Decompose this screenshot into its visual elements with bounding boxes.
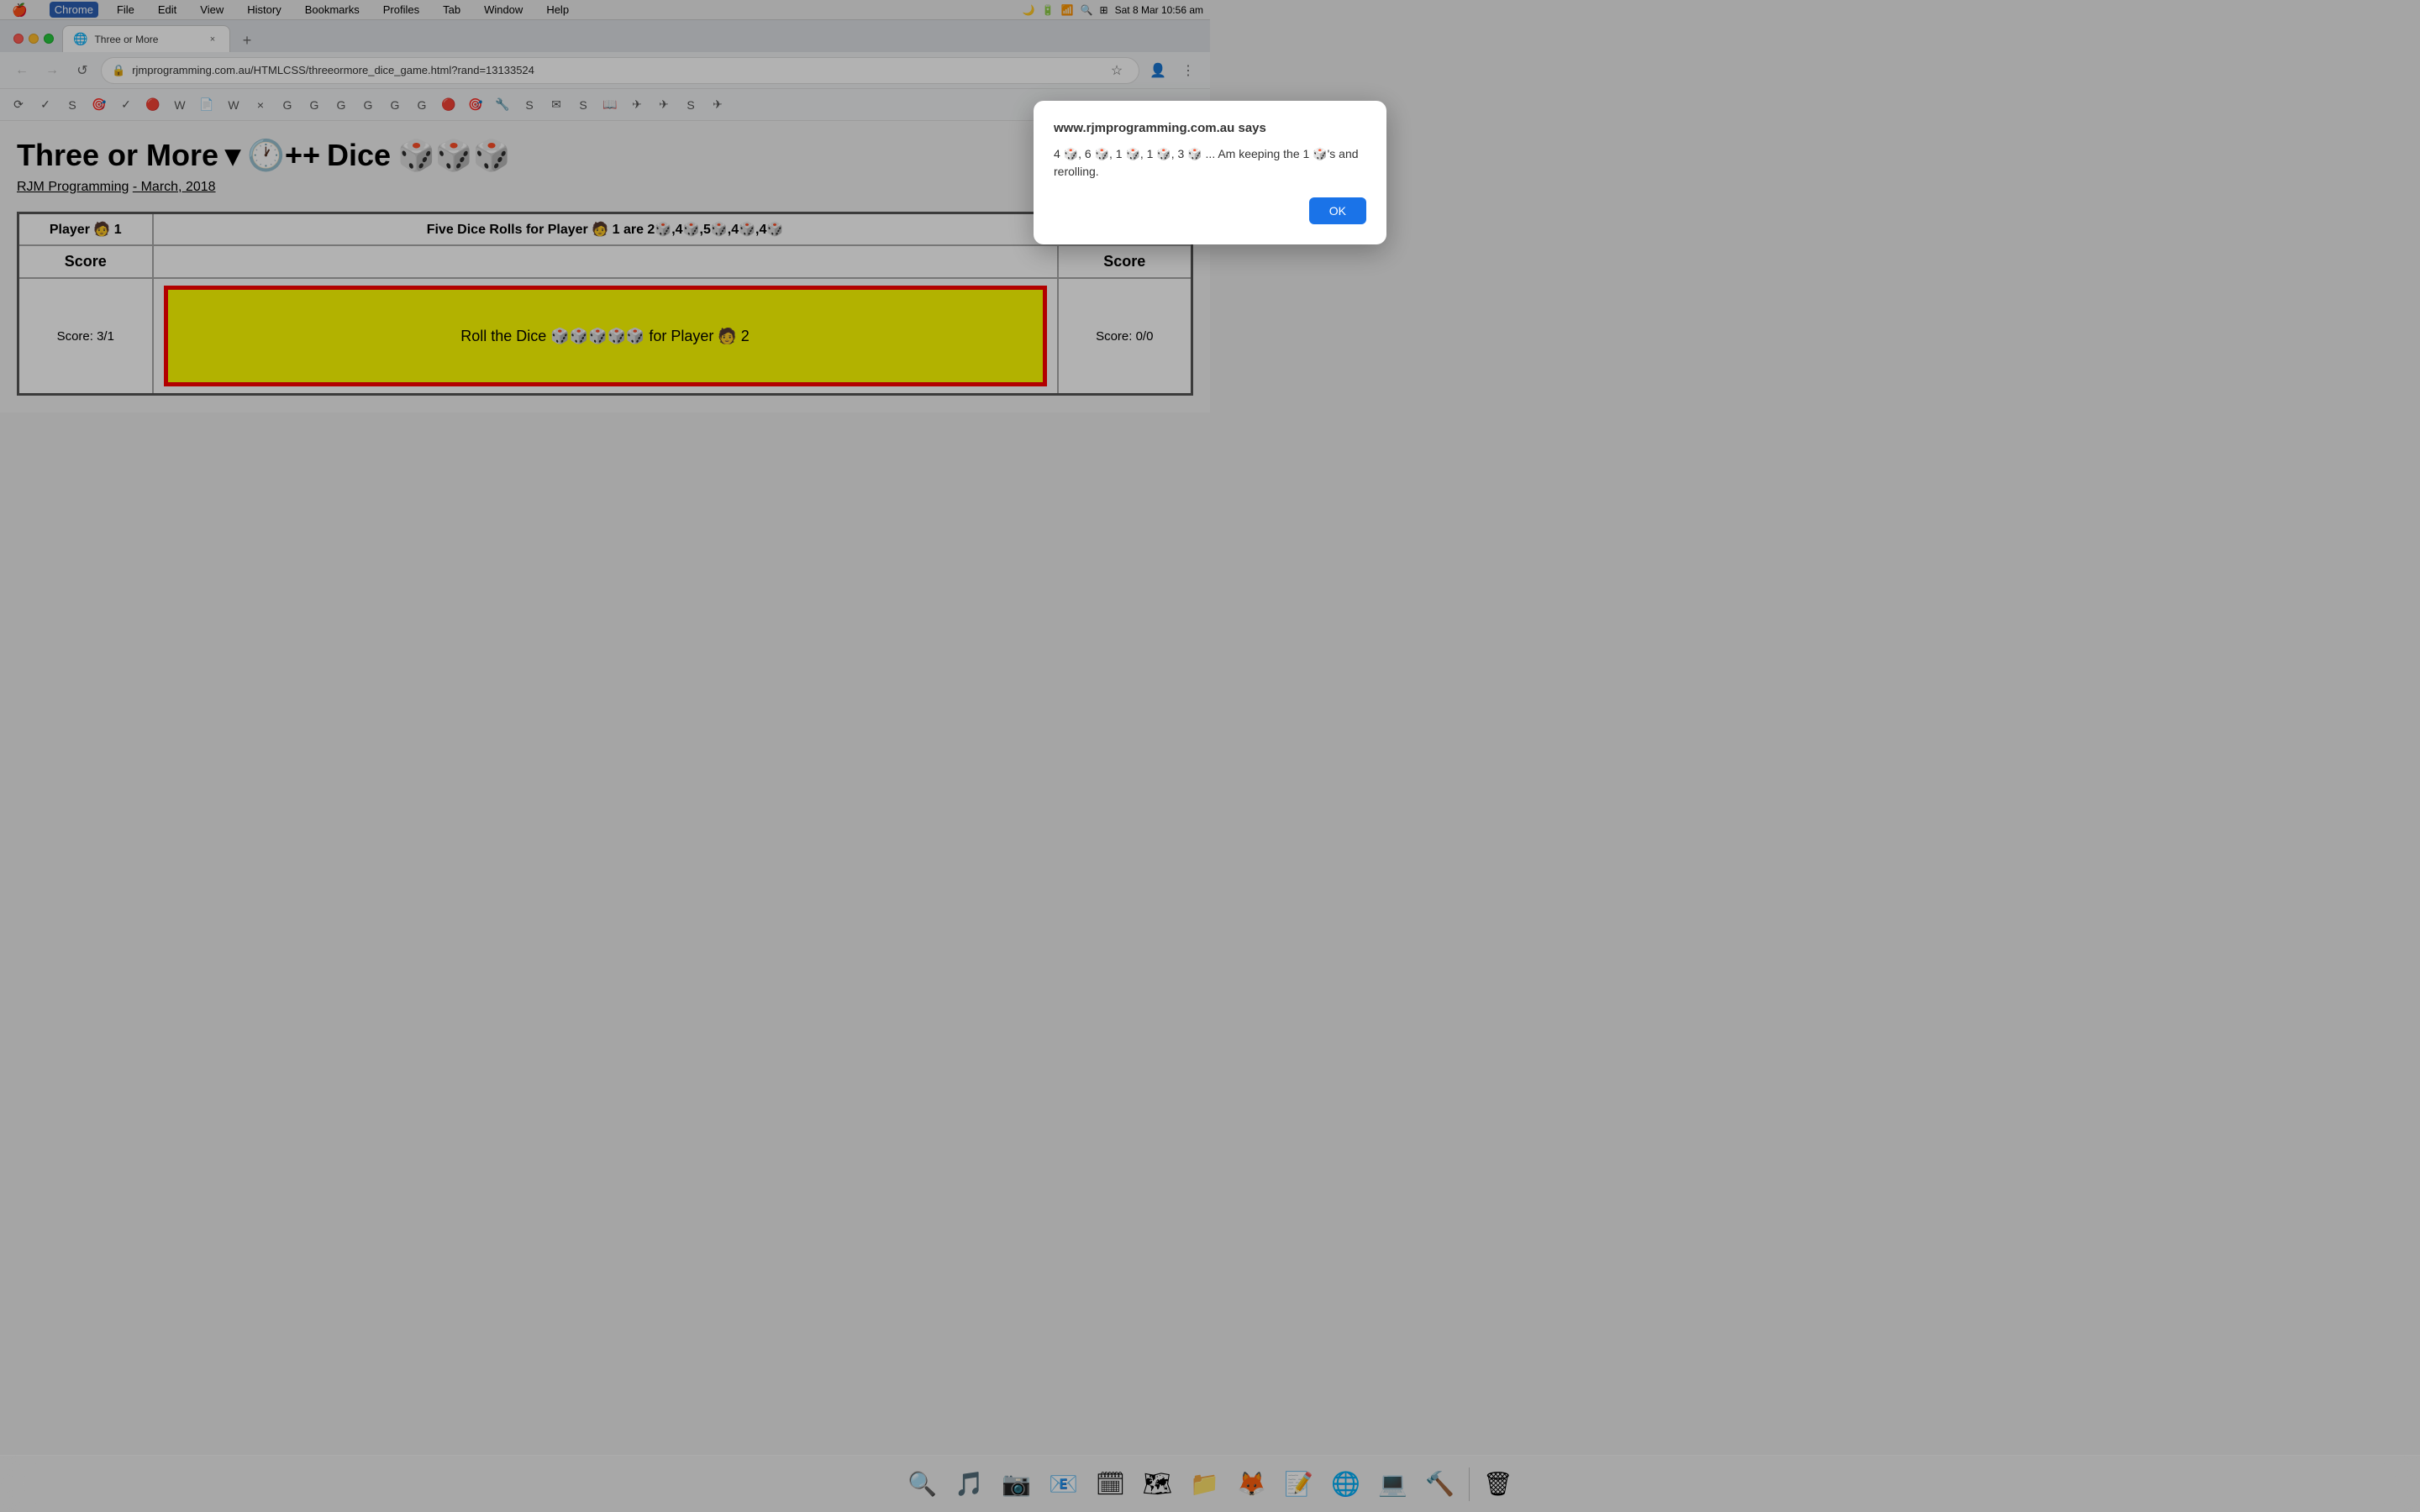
alert-body: 4 🎲, 6 🎲, 1 🎲, 1 🎲, 3 🎲 ... Am keeping t… [1054,145,1366,181]
alert-overlay: www.rjmprogramming.com.au says 4 🎲, 6 🎲,… [0,0,2420,1512]
alert-dialog: www.rjmprogramming.com.au says 4 🎲, 6 🎲,… [1034,101,1386,244]
alert-buttons: OK [1054,197,1366,224]
alert-ok-button[interactable]: OK [1309,197,1366,224]
alert-header: www.rjmprogramming.com.au says [1054,121,1366,135]
